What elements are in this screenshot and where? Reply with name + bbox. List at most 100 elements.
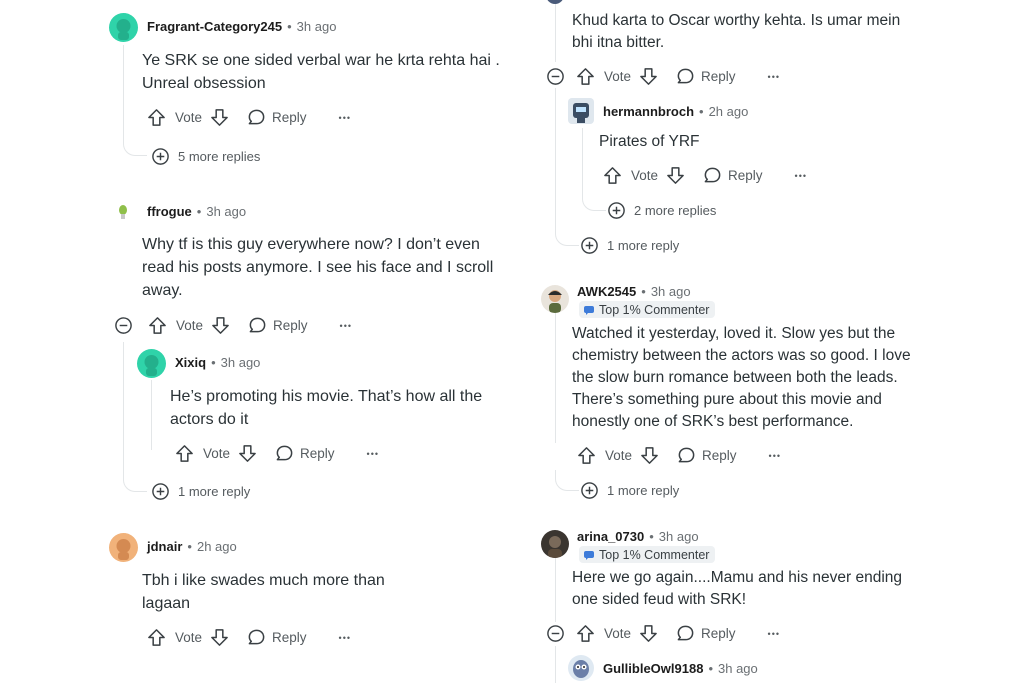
downvote-icon[interactable] xyxy=(639,624,658,643)
comment-timestamp[interactable]: 2h ago xyxy=(709,104,749,119)
user-avatar-icon xyxy=(548,536,562,558)
reply-button[interactable]: Reply xyxy=(703,166,763,185)
reply-button[interactable]: Reply xyxy=(676,624,736,643)
reply-button[interactable]: Reply xyxy=(676,67,736,86)
upvote-icon[interactable] xyxy=(577,446,596,465)
comment-body-line: actors do it xyxy=(170,411,249,428)
expand-plus-icon xyxy=(607,201,626,220)
reply-label: Reply xyxy=(272,630,307,645)
snoo-avatar-icon xyxy=(116,539,131,560)
comment-author[interactable]: Xixiq xyxy=(175,355,206,370)
comment-author[interactable]: AWK2545 xyxy=(577,284,636,299)
more-options-icon[interactable]: ••• xyxy=(339,633,351,643)
comment-author[interactable]: hermannbroch xyxy=(603,104,694,119)
vote-count: Vote xyxy=(203,446,231,461)
upvote-icon[interactable] xyxy=(576,624,595,643)
avatar[interactable] xyxy=(568,655,594,681)
comment-timestamp[interactable]: 3h ago xyxy=(221,355,261,370)
more-replies-button[interactable]: 5 more replies xyxy=(151,147,260,166)
more-options-icon[interactable]: ••• xyxy=(768,72,780,82)
avatar[interactable] xyxy=(546,0,564,4)
comment-author[interactable]: Fragrant-Category245 xyxy=(147,19,282,34)
separator-dot: • xyxy=(649,529,654,544)
reply-button[interactable]: Reply xyxy=(247,628,307,647)
more-replies-button[interactable]: 1 more reply xyxy=(151,482,250,501)
upvote-icon[interactable] xyxy=(576,67,595,86)
more-replies-label: 5 more replies xyxy=(178,149,261,164)
reply-label: Reply xyxy=(300,446,335,461)
reply-button[interactable]: Reply xyxy=(275,444,335,463)
downvote-icon[interactable] xyxy=(238,444,257,463)
more-options-icon[interactable]: ••• xyxy=(769,451,781,461)
comment-author[interactable]: jdnair xyxy=(147,539,182,554)
thread-connector xyxy=(555,225,579,246)
comment-body-line: Here we go again....Mamu and his never e… xyxy=(572,569,903,586)
avatar[interactable] xyxy=(541,285,569,313)
comment-timestamp[interactable]: 3h ago xyxy=(651,284,691,299)
comment-body-line: Pirates of YRF xyxy=(599,133,700,150)
avatar[interactable] xyxy=(113,201,133,221)
avatar[interactable] xyxy=(137,349,166,378)
more-options-icon[interactable]: ••• xyxy=(339,113,351,123)
vote-count: Vote xyxy=(604,69,632,84)
comment-author[interactable]: arina_0730 xyxy=(577,529,644,544)
comment-timestamp[interactable]: 3h ago xyxy=(718,661,758,676)
badge-label: Top 1% Commenter xyxy=(599,302,710,317)
collapse-thread-icon[interactable] xyxy=(546,624,565,643)
comment-author[interactable]: ffrogue xyxy=(147,204,192,219)
more-replies-button[interactable]: 1 more reply xyxy=(580,481,679,500)
badge-label: Top 1% Commenter xyxy=(599,547,710,562)
reply-label: Reply xyxy=(701,69,736,84)
expand-plus-icon xyxy=(151,147,170,166)
downvote-icon[interactable] xyxy=(666,166,685,185)
vote-count: Vote xyxy=(175,630,203,645)
separator-dot: • xyxy=(641,284,646,299)
comment-timestamp[interactable]: 3h ago xyxy=(297,19,337,34)
more-replies-button[interactable]: 1 more reply xyxy=(580,236,679,255)
more-options-icon[interactable]: ••• xyxy=(768,629,780,639)
comment-timestamp[interactable]: 3h ago xyxy=(206,204,246,219)
downvote-icon[interactable] xyxy=(640,446,659,465)
comment-author[interactable]: GullibleOwl9188 xyxy=(603,661,703,676)
upvote-icon[interactable] xyxy=(603,166,622,185)
collapse-thread-icon[interactable] xyxy=(114,316,133,335)
more-options-icon[interactable]: ••• xyxy=(367,449,379,459)
more-options-icon[interactable]: ••• xyxy=(795,171,807,181)
downvote-icon[interactable] xyxy=(211,316,230,335)
more-replies-label: 1 more reply xyxy=(178,484,251,499)
downvote-icon[interactable] xyxy=(210,108,229,127)
upvote-icon[interactable] xyxy=(147,108,166,127)
upvote-icon[interactable] xyxy=(175,444,194,463)
expand-plus-icon xyxy=(580,236,599,255)
avatar[interactable] xyxy=(541,530,569,558)
more-replies-label: 2 more replies xyxy=(634,203,717,218)
more-options-icon[interactable]: ••• xyxy=(340,321,352,331)
avatar[interactable] xyxy=(109,533,138,562)
comment-body-line: Tbh i like swades much more than xyxy=(142,572,385,589)
separator-dot: • xyxy=(187,539,192,554)
collapse-thread-icon[interactable] xyxy=(546,67,565,86)
separator-dot: • xyxy=(196,204,202,219)
vote-count: Vote xyxy=(176,318,204,333)
comment-timestamp[interactable]: 2h ago xyxy=(197,539,237,554)
downvote-icon[interactable] xyxy=(639,67,658,86)
reply-label: Reply xyxy=(273,318,308,333)
thread-connector xyxy=(123,466,147,492)
avatar[interactable] xyxy=(109,13,138,42)
upvote-icon[interactable] xyxy=(147,628,166,647)
reply-button[interactable]: Reply xyxy=(677,446,737,465)
comment-timestamp[interactable]: 3h ago xyxy=(659,529,699,544)
more-replies-label: 1 more reply xyxy=(607,238,680,253)
reply-icon xyxy=(247,628,266,647)
downvote-icon[interactable] xyxy=(210,628,229,647)
reply-button[interactable]: Reply xyxy=(248,316,308,335)
reply-icon xyxy=(676,67,695,86)
more-replies-button[interactable]: 2 more replies xyxy=(607,201,716,220)
comment-body-line: away. xyxy=(142,282,183,299)
avatar[interactable] xyxy=(568,98,594,124)
reply-button[interactable]: Reply xyxy=(247,108,307,127)
upvote-icon[interactable] xyxy=(148,316,167,335)
thread-connector xyxy=(123,130,147,156)
frog-avatar-icon xyxy=(119,205,127,219)
snoo-avatar-icon xyxy=(144,355,159,376)
